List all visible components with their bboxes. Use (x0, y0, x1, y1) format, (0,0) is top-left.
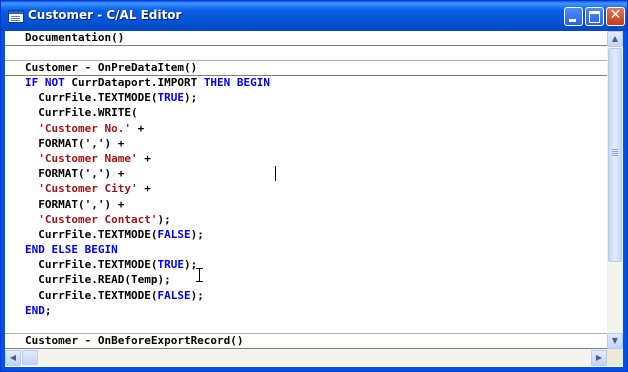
scroll-up-button[interactable]: ▲ (607, 31, 623, 47)
code-line[interactable]: END; (25, 303, 270, 318)
code-text: ); (157, 212, 171, 226)
maximize-icon (589, 11, 600, 23)
scrollbar-corner (607, 349, 623, 366)
horizontal-scrollbar[interactable]: ◀ ▶ (5, 349, 607, 366)
code-line[interactable]: END ELSE BEGIN (25, 242, 270, 257)
code-line[interactable]: CurrFile.READ(Temp); (25, 272, 270, 287)
horizontal-scroll-thumb[interactable] (22, 350, 38, 365)
code-text: ); (190, 288, 204, 302)
minimize-icon (569, 19, 576, 22)
code-editor[interactable]: Documentation() Customer - OnPreDataItem… (5, 31, 607, 349)
code-text: CurrFile.TEXTMODE( (25, 91, 158, 105)
text-caret (275, 166, 276, 181)
code-text: FORMAT(',') + (25, 167, 125, 181)
code-text: CurrDataport.IMPORT (71, 76, 204, 89)
code-line[interactable]: CurrFile.TEXTMODE(TRUE); (25, 90, 270, 105)
code-line[interactable]: FORMAT(',') + (25, 136, 270, 151)
trigger-name: Documentation() (25, 31, 125, 44)
code-text: CurrFile.TEXTMODE( (25, 288, 158, 302)
code-string: 'Customer No.' (38, 121, 131, 135)
code-keyword: FALSE (157, 227, 191, 241)
vertical-scroll-thumb[interactable] (608, 48, 622, 262)
chevron-right-icon: ▶ (595, 353, 603, 362)
code-text: ); (190, 227, 204, 241)
close-button[interactable]: ✕ (606, 7, 625, 26)
code-text: CurrFile.READ(Temp); (25, 273, 171, 287)
code-string: 'Customer City' (38, 182, 138, 196)
code-keyword: THEN BEGIN (203, 76, 271, 89)
code-text: CurrFile.WRITE( (25, 106, 138, 120)
code-line[interactable]: FORMAT(',') + (25, 197, 270, 212)
code-line[interactable]: CurrFile.TEXTMODE(FALSE); (25, 288, 270, 303)
trigger-header-documentation[interactable]: Documentation() (5, 31, 607, 46)
ibeam-cursor-icon (196, 268, 203, 282)
title-bar[interactable]: Customer - C/AL Editor ✕ (1, 1, 627, 31)
chevron-down-icon: ▼ (611, 336, 619, 345)
code-keyword: END ELSE BEGIN (25, 243, 118, 257)
trigger-header-onbeforeexportrecord[interactable]: Customer - OnBeforeExportRecord() (5, 334, 607, 349)
code-text: CurrFile.TEXTMODE( (25, 258, 158, 272)
maximize-button[interactable] (585, 7, 604, 26)
trigger-header-onpredataitem[interactable]: Customer - OnPreDataItem() (5, 61, 607, 76)
scroll-left-button[interactable]: ◀ (5, 350, 21, 366)
code-keyword: TRUE (157, 258, 184, 272)
code-text: + (137, 182, 151, 196)
code-text: CurrFile.TEXTMODE( (25, 227, 158, 241)
code-text: FORMAT(',') + (25, 136, 125, 150)
close-icon: ✕ (609, 7, 622, 23)
code-line[interactable]: 'Customer City' + (25, 181, 270, 196)
code-text: + (137, 151, 151, 165)
code-line[interactable]: CurrFile.TEXTMODE(FALSE); (25, 227, 270, 242)
code-keyword: TRUE (157, 91, 184, 105)
code-string: 'Customer Contact' (38, 212, 158, 226)
code-keyword: IF NOT (25, 76, 72, 89)
code-line[interactable]: CurrFile.WRITE( (25, 105, 270, 120)
minimize-button[interactable] (564, 7, 583, 26)
scroll-down-button[interactable]: ▼ (607, 333, 623, 349)
code-line[interactable]: CurrFile.TEXTMODE(TRUE); (25, 257, 270, 272)
window-title: Customer - C/AL Editor (28, 8, 182, 22)
code-string: 'Customer Name' (38, 151, 138, 165)
code-keyword: FALSE (157, 288, 191, 302)
trigger-name: Customer - OnPreDataItem() (25, 61, 198, 74)
trigger-name: Customer - OnBeforeExportRecord() (25, 334, 244, 347)
editor-window-icon[interactable] (8, 10, 24, 23)
scroll-right-button[interactable]: ▶ (591, 350, 607, 366)
code-text: FORMAT(',') + (25, 197, 125, 211)
code-block[interactable]: IF NOT CurrDataport.IMPORT THEN BEGIN Cu… (25, 75, 270, 318)
code-text: ; (44, 303, 52, 317)
chevron-left-icon: ◀ (9, 353, 17, 362)
code-line[interactable]: FORMAT(',') + (25, 166, 270, 181)
code-line[interactable]: 'Customer No.' + (25, 121, 270, 136)
editor-window: Customer - C/AL Editor ✕ Documentation()… (0, 0, 628, 372)
code-text: + (130, 121, 145, 135)
code-line[interactable]: 'Customer Name' + (25, 151, 270, 166)
chevron-up-icon: ▲ (611, 34, 619, 43)
code-line[interactable]: IF NOT CurrDataport.IMPORT THEN BEGIN (25, 75, 270, 90)
code-line[interactable]: 'Customer Contact'); (25, 212, 270, 227)
code-keyword: END (25, 303, 45, 317)
editor-client-area: Documentation() Customer - OnPreDataItem… (5, 31, 623, 367)
code-text: ); (183, 91, 198, 105)
vertical-scrollbar[interactable]: ▲ ▼ (607, 31, 623, 349)
